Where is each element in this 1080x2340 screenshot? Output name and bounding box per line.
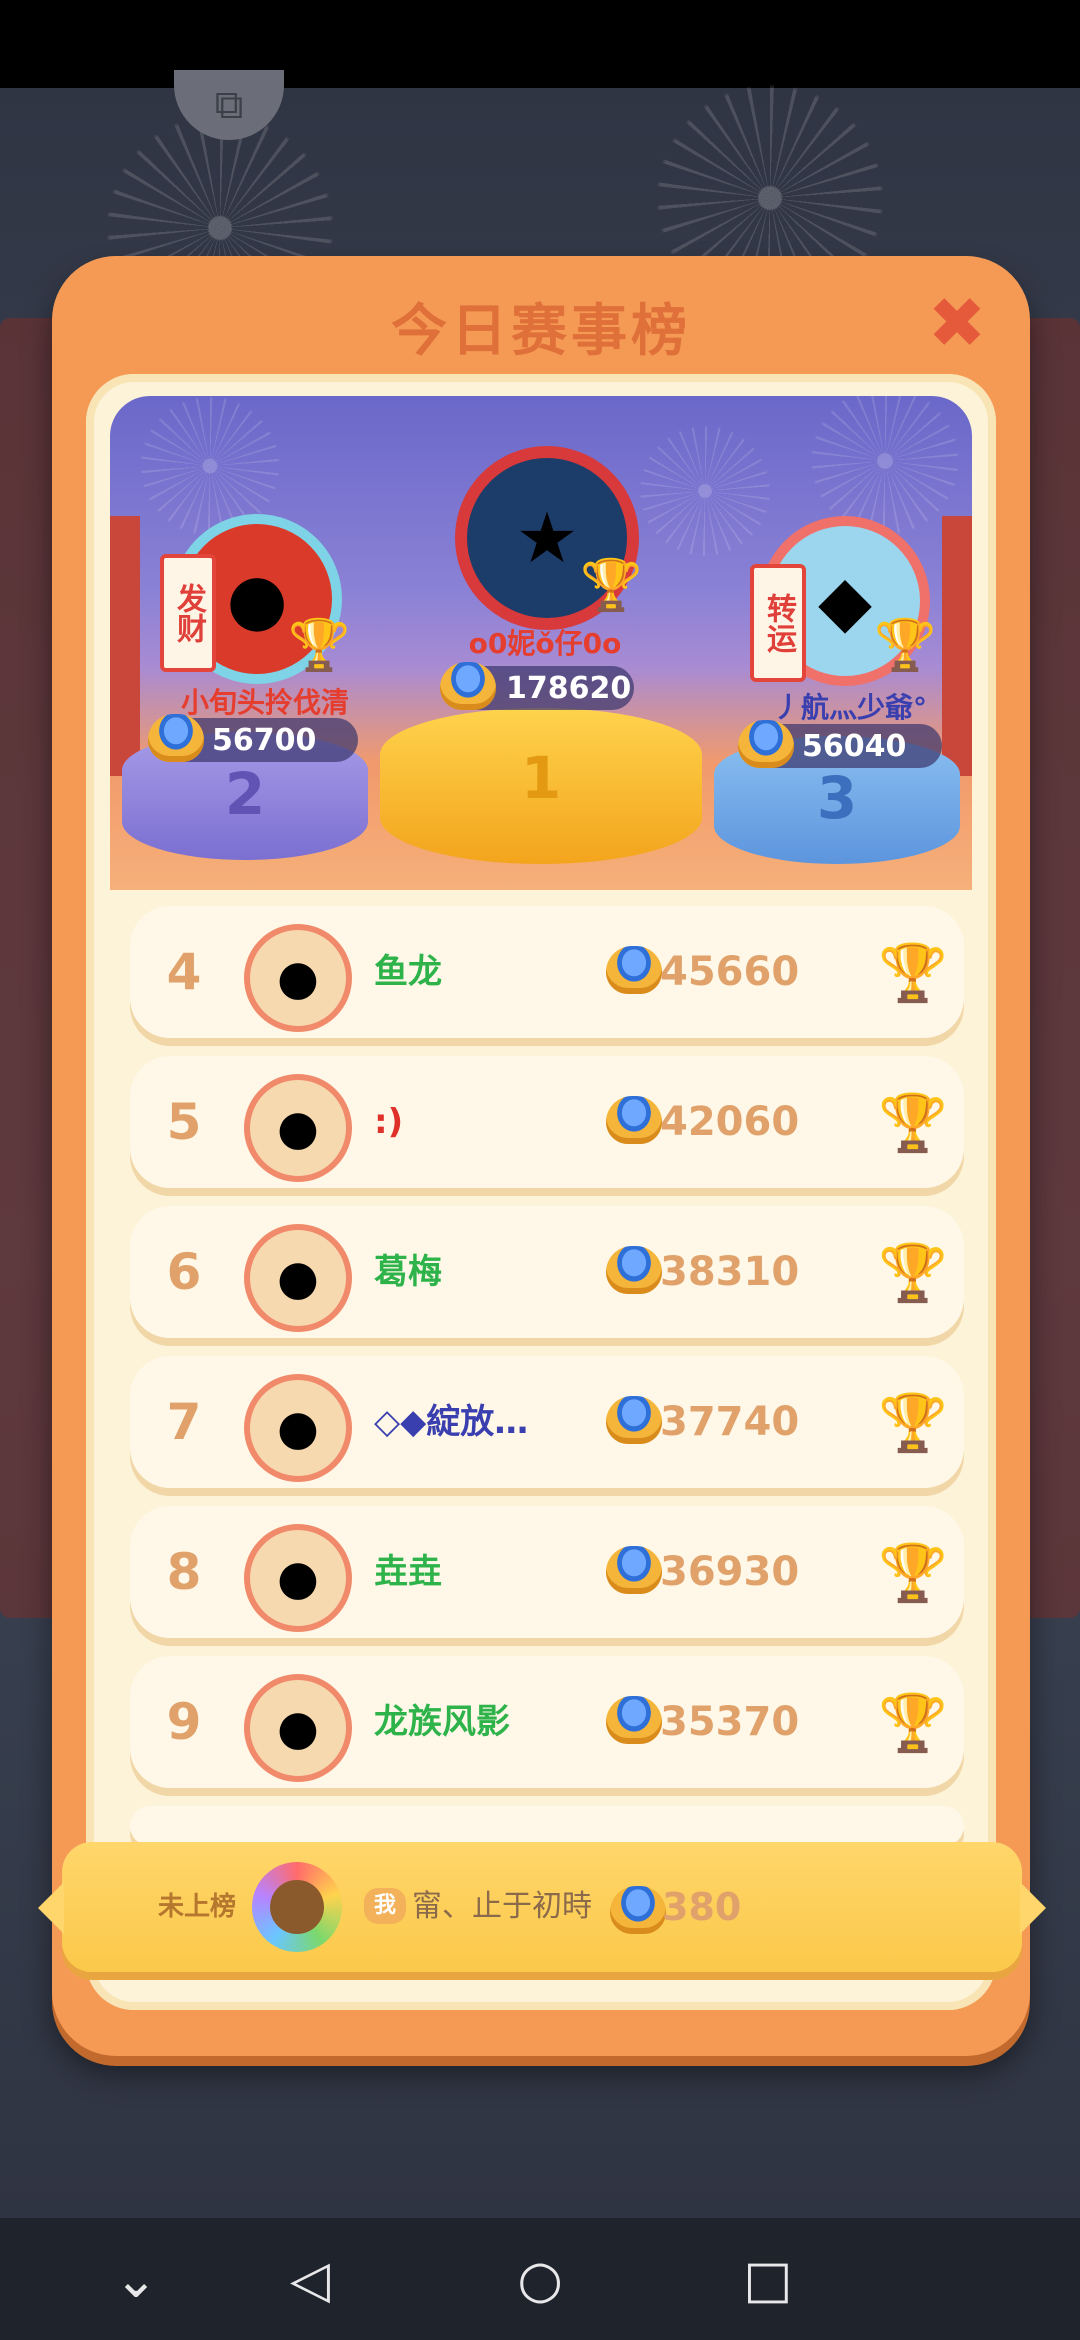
coin-icon [606,1546,662,1594]
score-pill-first: 178620 [440,662,634,710]
status-bar [0,0,1080,88]
row-score: 38310 [660,1249,800,1295]
coin-icon [606,1246,662,1294]
coin-icon [738,720,794,768]
row-rank: 9 [166,1693,202,1751]
row-name: 鱼龙 [374,952,442,992]
podium-first: 1 [380,708,702,864]
row-score: 36930 [660,1549,800,1595]
leaderboard-row[interactable]: 5 ● :) 42060 🏆 [130,1056,964,1188]
row-avatar[interactable]: ● [244,1074,352,1182]
coin-icon [606,1096,662,1144]
trophy-icon: 🏆 [288,616,351,674]
podium-rank-first: 1 [520,744,562,812]
navigation-bar: ⌄ ◁ ○ □ [0,2218,1080,2340]
panel-title: 今日赛事榜 [391,299,691,364]
coin-icon [610,1886,666,1934]
row-score: 35370 [660,1699,800,1745]
row-rank: 7 [166,1393,202,1451]
close-button[interactable]: ✖ [920,282,994,364]
score-pill-second: 56700 [148,714,358,762]
banner-third: 转运 [750,564,806,682]
trophy-icon: 🏆 [878,1691,948,1756]
name-first: o0妮ǒ仔0o [468,627,622,660]
name-third: 丿航灬少爺° [772,691,927,724]
podium-rank-second: 2 [224,760,266,828]
row-avatar[interactable]: ● [244,1674,352,1782]
row-score: 37740 [660,1399,800,1445]
leaderboard-row[interactable]: 7 ● ◇◆綻放… 37740 🏆 [130,1356,964,1488]
self-score: 380 [662,1885,742,1929]
row-name: 垚垚 [374,1552,442,1592]
self-rank-row[interactable]: 未上榜 我 甯、止于初時 380 [38,1842,1046,1972]
banner-second: 发财 [160,554,216,672]
me-badge: 我 [364,1888,406,1924]
row-rank: 8 [166,1543,202,1601]
row-name: 葛梅 [374,1252,442,1292]
score-second: 56700 [212,722,317,758]
self-avatar[interactable] [252,1862,342,1952]
row-name: 龙族风影 [374,1702,510,1742]
trophy-icon: 🏆 [878,1391,948,1456]
row-rank: 4 [166,943,202,1001]
score-first: 178620 [506,670,632,706]
trophy-icon: 🏆 [878,1241,948,1306]
trophy-icon: 🏆 [878,1091,948,1156]
row-avatar[interactable]: ● [244,924,352,1032]
row-name: :) [374,1102,404,1142]
score-pill-third: 56040 [738,720,942,768]
firework-decoration [630,416,780,566]
coin-icon [148,714,204,762]
coin-icon [440,662,496,710]
leaderboard-row-partial [130,1806,964,1846]
row-avatar[interactable]: ● [244,1374,352,1482]
leaderboard-row[interactable]: 8 ● 垚垚 36930 🏆 [130,1506,964,1638]
podium-stage: 2 ● 发财 🏆 小旬头拎伐清 56700 1 ★ 🏆 o0妮ǒ仔0o 1786… [110,396,972,890]
row-name: ◇◆綻放… [374,1402,529,1442]
trophy-icon: 🏆 [878,1541,948,1606]
recents-icon[interactable]: □ [736,2248,800,2312]
leaderboard-row[interactable]: 4 ● 鱼龙 45660 🏆 [130,906,964,1038]
row-avatar[interactable]: ● [244,1524,352,1632]
coin-icon [606,1696,662,1744]
leaderboard-row[interactable]: 6 ● 葛梅 38310 🏆 [130,1206,964,1338]
row-score: 42060 [660,1099,800,1145]
trophy-icon: 🏆 [580,556,643,614]
coin-icon [606,946,662,994]
row-score: 45660 [660,949,800,995]
trophy-icon: 🏆 [878,941,948,1006]
trophy-icon: 🏆 [874,616,937,674]
score-third: 56040 [802,728,907,764]
self-name: 甯、止于初時 [412,1889,592,1924]
podium-rank-third: 3 [816,764,858,832]
back-icon[interactable]: ◁ [278,2248,342,2312]
row-rank: 6 [166,1243,202,1301]
coin-icon [606,1396,662,1444]
self-status: 未上榜 [158,1892,237,1922]
row-rank: 5 [166,1093,202,1151]
collapse-icon[interactable]: ⌄ [104,2248,168,2312]
home-icon[interactable]: ○ [508,2248,572,2312]
leaderboard-row[interactable]: 9 ● 龙族风影 35370 🏆 [130,1656,964,1788]
row-avatar[interactable]: ● [244,1224,352,1332]
